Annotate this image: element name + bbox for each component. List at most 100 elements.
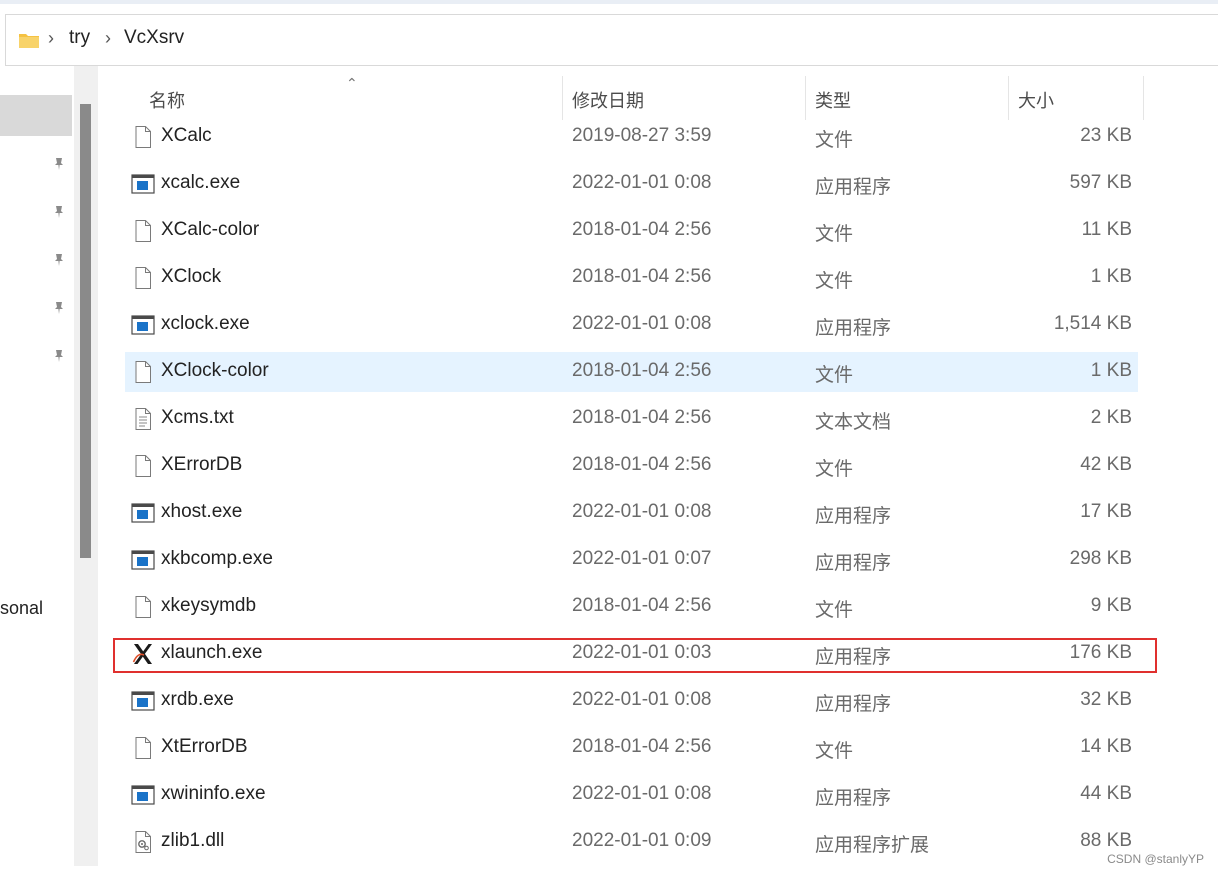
file-modified-date: 2019-08-27 3:59 — [572, 125, 712, 146]
file-type: 应用程序 — [815, 788, 892, 809]
file-size: 23 KB — [1080, 125, 1132, 146]
file-type: 文件 — [815, 224, 854, 245]
address-bar[interactable]: › try › VcXsrv — [5, 14, 1218, 66]
file-modified-date: 2018-01-04 2:56 — [572, 454, 712, 475]
column-divider[interactable] — [1008, 76, 1009, 120]
file-type: 文件 — [815, 600, 854, 621]
file-row[interactable]: zlib1.dll 2022-01-01 0:09 应用程序扩展 88 KB — [125, 822, 1138, 862]
pin-icon — [55, 206, 63, 218]
file-row[interactable]: Xcms.txt 2018-01-04 2:56 文本文档 2 KB — [125, 399, 1138, 439]
chevron-right-icon[interactable]: › — [48, 28, 54, 49]
file-size: 9 KB — [1090, 595, 1132, 616]
file-modified-date: 2022-01-01 0:07 — [572, 548, 712, 569]
exe-icon — [131, 783, 155, 807]
file-modified-date: 2022-01-01 0:08 — [572, 172, 712, 193]
file-type: 文本文档 — [815, 412, 892, 433]
column-header-name[interactable]: 名称 — [149, 87, 185, 113]
exe-icon — [131, 689, 155, 713]
file-size: 44 KB — [1080, 783, 1132, 804]
file-modified-date: 2018-01-04 2:56 — [572, 219, 712, 240]
exe-icon — [131, 501, 155, 525]
file-type: 应用程序扩展 — [815, 835, 930, 856]
file-size: 597 KB — [1069, 172, 1132, 193]
file-row[interactable]: xkbcomp.exe 2022-01-01 0:07 应用程序 298 KB — [125, 540, 1138, 580]
file-name: xkeysymdb — [161, 595, 257, 616]
column-header-modified[interactable]: 修改日期 — [572, 87, 644, 113]
annotation-highlight-box — [113, 638, 1157, 673]
breadcrumb-item-try[interactable]: try — [69, 27, 90, 49]
file-size: 42 KB — [1080, 454, 1132, 475]
file-size: 1 KB — [1090, 266, 1132, 287]
file-name: XErrorDB — [161, 454, 243, 475]
pin-icon — [55, 350, 63, 362]
file-row[interactable]: xcalc.exe 2022-01-01 0:08 应用程序 597 KB — [125, 164, 1138, 204]
column-header-type[interactable]: 类型 — [815, 87, 851, 113]
file-row[interactable]: xrdb.exe 2022-01-01 0:08 应用程序 32 KB — [125, 681, 1138, 721]
column-header-size[interactable]: 大小 — [1018, 87, 1054, 113]
file-icon — [131, 360, 155, 384]
nav-item-label-partial[interactable]: sonal — [0, 598, 43, 619]
exe-icon — [131, 313, 155, 337]
column-header-row: 名称 修改日期 类型 大小 — [98, 76, 1148, 120]
file-name: XtErrorDB — [161, 736, 248, 757]
pin-icon — [55, 302, 63, 314]
file-row[interactable]: XClock 2018-01-04 2:56 文件 1 KB — [125, 258, 1138, 298]
file-name: xrdb.exe — [161, 689, 234, 710]
window-top-border — [0, 0, 1218, 4]
file-icon — [131, 736, 155, 760]
file-size: 1,514 KB — [1053, 313, 1132, 334]
chevron-right-icon[interactable]: › — [105, 28, 111, 49]
file-row[interactable]: xclock.exe 2022-01-01 0:08 应用程序 1,514 KB — [125, 305, 1138, 345]
file-icon — [131, 219, 155, 243]
dll-icon — [131, 830, 155, 854]
file-type: 应用程序 — [815, 177, 892, 198]
file-size: 32 KB — [1080, 689, 1132, 710]
file-modified-date: 2018-01-04 2:56 — [572, 266, 712, 287]
file-modified-date: 2022-01-01 0:08 — [572, 783, 712, 804]
file-size: 17 KB — [1080, 501, 1132, 522]
pin-icon — [55, 254, 63, 266]
file-row[interactable]: xwininfo.exe 2022-01-01 0:08 应用程序 44 KB — [125, 775, 1138, 815]
file-name: xwininfo.exe — [161, 783, 266, 804]
exe-icon — [131, 172, 155, 196]
file-row[interactable]: XCalc-color 2018-01-04 2:56 文件 11 KB — [125, 211, 1138, 251]
column-divider[interactable] — [562, 76, 563, 120]
file-row[interactable]: xhost.exe 2022-01-01 0:08 应用程序 17 KB — [125, 493, 1138, 533]
file-type: 文件 — [815, 459, 854, 480]
file-row[interactable]: XErrorDB 2018-01-04 2:56 文件 42 KB — [125, 446, 1138, 486]
file-size: 2 KB — [1090, 407, 1132, 428]
file-type: 文件 — [815, 741, 854, 762]
file-icon — [131, 454, 155, 478]
column-divider[interactable] — [1143, 76, 1144, 120]
exe-icon — [131, 548, 155, 572]
file-name: Xcms.txt — [161, 407, 234, 428]
file-name: XCalc — [161, 125, 212, 146]
file-row[interactable]: xkeysymdb 2018-01-04 2:56 文件 9 KB — [125, 587, 1138, 627]
folder-icon — [19, 34, 39, 48]
file-size: 1 KB — [1090, 360, 1132, 381]
file-row[interactable]: XClock-color 2018-01-04 2:56 文件 1 KB — [125, 352, 1138, 392]
file-size: 11 KB — [1081, 219, 1132, 240]
file-modified-date: 2018-01-04 2:56 — [572, 407, 712, 428]
watermark: CSDN @stanlyYP — [1107, 852, 1204, 866]
nav-item-selected[interactable] — [0, 95, 72, 136]
file-name: xclock.exe — [161, 313, 250, 334]
file-row[interactable]: XtErrorDB 2018-01-04 2:56 文件 14 KB — [125, 728, 1138, 768]
file-icon — [131, 266, 155, 290]
file-name: xkbcomp.exe — [161, 548, 273, 569]
file-modified-date: 2022-01-01 0:08 — [572, 689, 712, 710]
file-type: 文件 — [815, 130, 854, 151]
file-name: XCalc-color — [161, 219, 260, 240]
breadcrumb-item-vcxsrv[interactable]: VcXsrv — [124, 27, 184, 49]
file-name: zlib1.dll — [161, 830, 225, 851]
file-icon — [131, 125, 155, 149]
nav-scrollbar-thumb[interactable] — [80, 104, 91, 558]
column-divider[interactable] — [805, 76, 806, 120]
text-file-icon — [131, 407, 155, 431]
file-type: 文件 — [815, 271, 854, 292]
file-modified-date: 2018-01-04 2:56 — [572, 360, 712, 381]
file-name: XClock-color — [161, 360, 269, 381]
file-type: 应用程序 — [815, 694, 892, 715]
navigation-pane: sonal — [0, 66, 98, 866]
file-row[interactable]: XCalc 2019-08-27 3:59 文件 23 KB — [125, 117, 1138, 157]
